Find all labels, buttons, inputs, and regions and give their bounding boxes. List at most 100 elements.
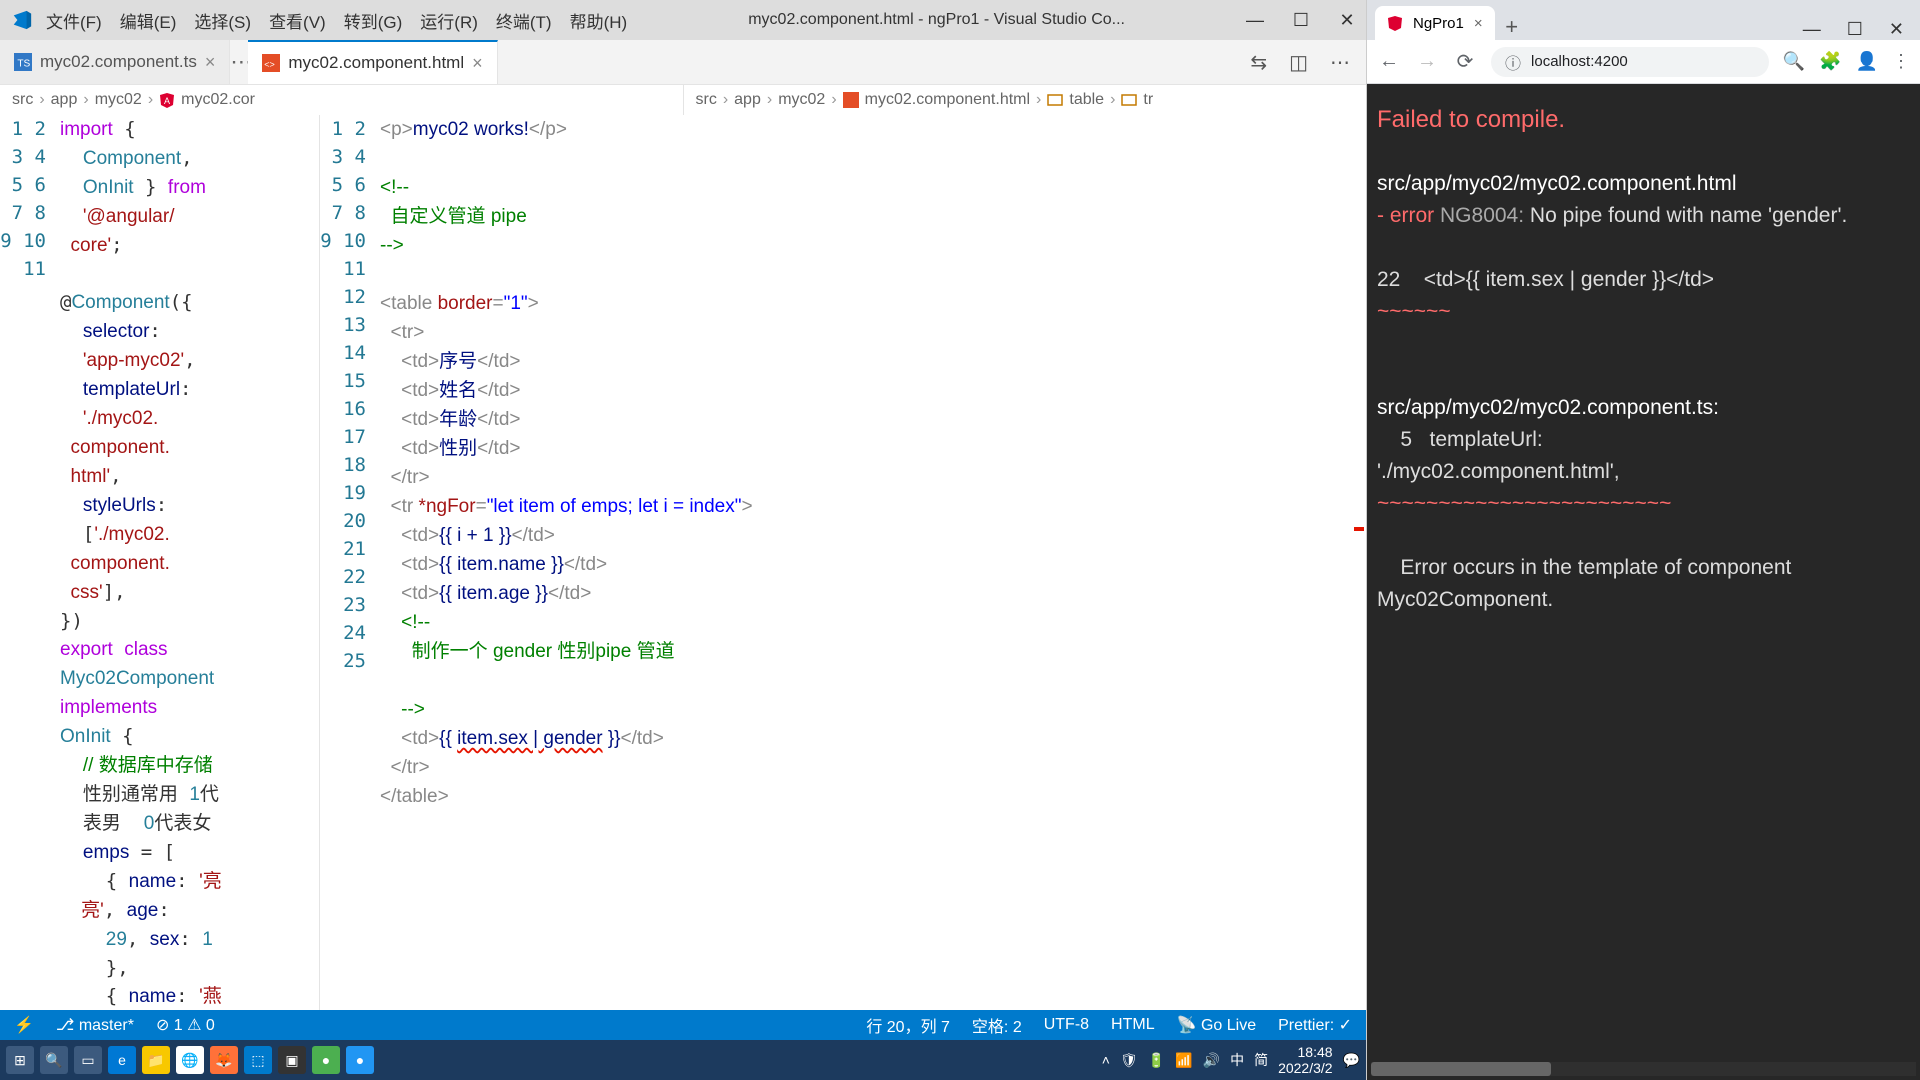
code-right[interactable]: <p>myc02 works!</p> <!-- 自定义管道 pipe --> … [380,115,1366,1010]
editor-left-pane[interactable]: 1 2 3 4 5 6 7 8 9 10 11 import { Compone… [0,115,320,1010]
minimize-icon[interactable]: — [1803,19,1821,40]
new-tab-button[interactable]: + [1495,14,1529,40]
menu-edit[interactable]: 编辑(E) [120,8,177,33]
menu-run[interactable]: 运行(R) [420,8,478,33]
error-snippet: 22 <td>{{ item.sex | gender }}</td> [1377,264,1910,296]
error-footer: Error occurs in the template of componen… [1377,552,1910,616]
crumb-table[interactable]: table [1069,91,1104,109]
tray-wifi-icon[interactable]: 📶 [1175,1052,1192,1069]
maximize-icon[interactable]: ☐ [1847,19,1863,40]
error-ts-snippet: 5 templateUrl: [1377,424,1910,456]
problems-count[interactable]: ⊘ 1 ⚠ 0 [156,1015,215,1035]
notifications-icon[interactable]: 💬 [1343,1052,1360,1069]
forward-icon[interactable]: → [1415,50,1439,73]
tray-chevron-icon[interactable]: ˄ [1102,1052,1110,1068]
tag-icon [1047,92,1063,108]
tray-battery-icon[interactable]: 🔋 [1148,1052,1165,1069]
error-tilde2: ~~~~~~~~~~~~~~~~~~~~~~~~ [1377,488,1910,520]
vscode-window: 文件(F) 编辑(E) 选择(S) 查看(V) 转到(G) 运行(R) 终端(T… [0,0,1366,1080]
svg-text:<>: <> [265,60,276,70]
crumb-app[interactable]: app [51,91,78,109]
code-left[interactable]: import { Component, OnInit } from '@angu… [60,115,319,1010]
git-branch[interactable]: master* [56,1015,134,1035]
menu-terminal[interactable]: 终端(T) [496,8,552,33]
system-tray[interactable]: ˄ 🛡 🔋 📶 🔊 中 简 18:48 2022/3/2 💬 [1102,1044,1360,1076]
maximize-icon[interactable]: ☐ [1292,10,1310,31]
html-file-icon: <> [262,54,280,72]
indentation[interactable]: 空格: 2 [972,1013,1022,1037]
clock-time[interactable]: 18:48 [1278,1044,1333,1060]
crumb-src[interactable]: src [12,91,33,109]
crumb-file[interactable]: myc02.cor [181,91,255,109]
html-file-icon [843,92,859,108]
zoom-icon[interactable]: 🔍 [1783,51,1805,72]
tab-html-label: myc02.component.html [288,53,464,73]
browser-tab[interactable]: NgPro1 × [1375,6,1495,40]
tray-volume-icon[interactable]: 🔊 [1203,1052,1220,1069]
prettier-status[interactable]: Prettier: ✓ [1278,1015,1352,1035]
split-editor-icon[interactable]: ◫ [1289,50,1308,75]
crumb-file[interactable]: myc02.component.html [865,91,1030,109]
encoding[interactable]: UTF-8 [1044,1016,1089,1034]
site-info-icon[interactable]: ⓘ [1505,50,1521,74]
git-compare-icon[interactable]: ⇆ [1250,50,1267,75]
menu-icon[interactable]: ⋮ [1892,51,1910,72]
svg-text:TS: TS [17,59,30,70]
crumb-myc02[interactable]: myc02 [778,91,825,109]
error-ts-val: './myc02.component.html', [1377,456,1910,488]
close-icon[interactable]: ✕ [1889,19,1904,40]
minimap[interactable] [1350,115,1366,1010]
tab-close-icon[interactable]: × [1474,15,1483,32]
angular-icon [1387,15,1403,31]
tab-html[interactable]: <> myc02.component.html × [248,40,497,84]
menu-help[interactable]: 帮助(H) [570,8,628,33]
remote-icon[interactable]: ⚡ [14,1015,34,1035]
browser-window: NgPro1 × + — ☐ ✕ ← → ⟳ ⓘ localhost:4200 … [1366,0,1920,1080]
cursor-position[interactable]: 行 20，列 7 [866,1013,950,1037]
menu-goto[interactable]: 转到(G) [344,8,403,33]
tab-close-icon[interactable]: × [472,53,483,74]
tray-ime-icon[interactable]: 中 [1230,1050,1244,1070]
tab-close-icon[interactable]: × [205,52,216,73]
go-live-button[interactable]: 📡 Go Live [1177,1015,1257,1035]
reload-icon[interactable]: ⟳ [1453,49,1477,74]
vscode-taskbar-icon[interactable]: ⬚ [244,1046,272,1074]
tray-shield-icon[interactable]: 🛡 [1120,1052,1138,1069]
line-numbers-right: 1 2 3 4 5 6 7 8 9 10 11 12 13 14 15 16 1… [320,115,380,1010]
minimize-icon[interactable]: — [1246,10,1264,31]
browser-page[interactable]: Failed to compile. src/app/myc02/myc02.c… [1367,84,1920,1080]
menu-select[interactable]: 选择(S) [194,8,251,33]
crumb-app[interactable]: app [734,91,761,109]
terminal-icon[interactable]: ▣ [278,1046,306,1074]
menu-file[interactable]: 文件(F) [46,8,102,33]
tray-ime2-icon[interactable]: 简 [1254,1050,1268,1070]
start-button-icon[interactable]: ⊞ [6,1046,34,1074]
menu-view[interactable]: 查看(V) [269,8,326,33]
tab-overflow-icon[interactable]: ⋯ [230,49,248,75]
search-icon[interactable]: 🔍 [40,1046,68,1074]
more-actions-icon[interactable]: ⋯ [1330,50,1350,75]
language-mode[interactable]: HTML [1111,1016,1155,1034]
back-icon[interactable]: ← [1377,50,1401,73]
crumb-tr[interactable]: tr [1143,91,1153,109]
app-icon[interactable]: ● [312,1046,340,1074]
crumb-myc02[interactable]: myc02 [95,91,142,109]
breadcrumb-left[interactable]: src› app› myc02› A myc02.cor [0,85,684,115]
crumb-src[interactable]: src [696,91,717,109]
extensions-icon[interactable]: 🧩 [1819,51,1841,72]
address-bar[interactable]: ⓘ localhost:4200 [1491,47,1769,77]
chrome-icon[interactable]: 🌐 [176,1046,204,1074]
task-view-icon[interactable]: ▭ [74,1046,102,1074]
edge-icon[interactable]: e [108,1046,136,1074]
breadcrumb-right[interactable]: src› app› myc02› myc02.component.html› t… [684,85,1367,115]
profile-icon[interactable]: 👤 [1856,51,1878,72]
tab-ts[interactable]: TS myc02.component.ts × [0,40,230,84]
editor-right-pane[interactable]: 1 2 3 4 5 6 7 8 9 10 11 12 13 14 15 16 1… [320,115,1366,1010]
scrollbar-thumb[interactable] [1371,1062,1551,1076]
clock-date[interactable]: 2022/3/2 [1278,1060,1333,1076]
browser-toolbar: ← → ⟳ ⓘ localhost:4200 🔍 🧩 👤 ⋮ [1367,40,1920,84]
firefox-icon[interactable]: 🦊 [210,1046,238,1074]
explorer-icon[interactable]: 📁 [142,1046,170,1074]
close-icon[interactable]: ✕ [1338,10,1356,31]
app-icon[interactable]: ● [346,1046,374,1074]
